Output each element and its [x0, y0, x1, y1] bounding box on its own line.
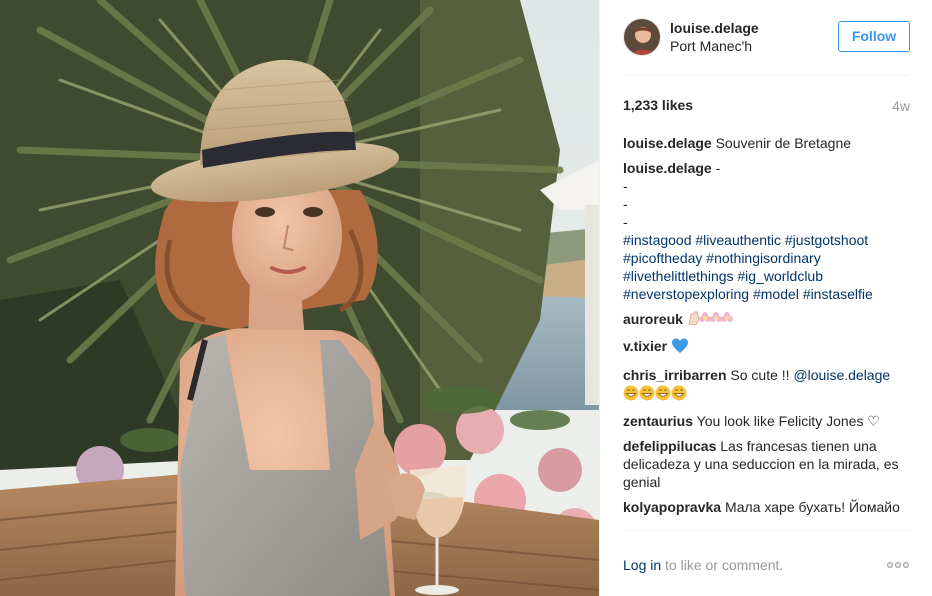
caption-text: Souvenir de Bretagne	[715, 135, 852, 151]
avatar-image	[624, 19, 660, 55]
comment: auroreuk	[623, 310, 913, 330]
post-header: louise.delage Port Manec'h Follow	[623, 18, 910, 76]
username-link[interactable]: louise.delage	[670, 20, 759, 36]
comments-list: louise.delage Souvenir de Bretagne louis…	[623, 134, 913, 526]
hashtag-line[interactable]: #picoftheday #nothingisordinary	[623, 249, 913, 267]
dash-line: -	[623, 178, 628, 194]
caption: louise.delage Souvenir de Bretagne	[623, 134, 913, 152]
hashtag-line[interactable]: #neverstopexploring #model #instaselfie	[623, 285, 913, 303]
comment-author[interactable]: kolyapopravka	[623, 499, 721, 515]
location-link[interactable]: Port Manec'h	[670, 38, 752, 54]
likes-count[interactable]: 1,233 likes	[623, 97, 693, 113]
post-photo[interactable]	[0, 0, 599, 596]
comment-author[interactable]: auroreuk	[623, 311, 683, 327]
comment-hashtags: louise.delage - - - - #instagood #liveau…	[623, 159, 913, 303]
comment-text: -	[715, 160, 721, 176]
comment: kolyapopravka Мала харе бухать! Йомайо	[623, 498, 913, 516]
login-link[interactable]: Log in	[623, 557, 661, 573]
avatar[interactable]	[623, 18, 661, 56]
follow-button[interactable]: Follow	[838, 21, 910, 52]
post-side-panel: louise.delage Port Manec'h Follow 1,233 …	[599, 0, 932, 596]
dash-line: -	[623, 196, 628, 212]
hashtag-line[interactable]: #livethelittlethings #ig_worldclub	[623, 267, 913, 285]
comment-text: So cute !!	[730, 367, 790, 383]
blue-heart-emoji	[671, 337, 689, 359]
post-footer: Log in to like or comment.	[623, 530, 910, 596]
login-prompt-text: to like or comment.	[661, 557, 784, 573]
comment-author[interactable]: chris_irribarren	[623, 367, 727, 383]
comment-text: You look like Felicity Jones ♡	[696, 413, 880, 429]
post-photo-illustration	[0, 0, 599, 596]
comment-author[interactable]: v.tixier	[623, 338, 667, 354]
comment-author[interactable]: defelippilucas	[623, 438, 716, 454]
comment-author[interactable]: louise.delage	[623, 160, 712, 176]
hashtag-line[interactable]: #instagood #liveauthentic #justgotshoot	[623, 231, 913, 249]
comment: chris_irribarren So cute !! @louise.dela…	[623, 366, 913, 405]
more-options-icon[interactable]	[886, 557, 910, 573]
login-prompt: Log in to like or comment.	[623, 557, 783, 573]
dash-line: -	[623, 214, 628, 230]
likes-row: 1,233 likes 4w	[623, 96, 910, 116]
instagram-post: louise.delage Port Manec'h Follow 1,233 …	[0, 0, 932, 596]
comment: zentaurius You look like Felicity Jones …	[623, 412, 913, 430]
post-age[interactable]: 4w	[892, 98, 910, 114]
comment: defelippilucas Las francesas tienen una …	[623, 437, 913, 491]
comment-author[interactable]: zentaurius	[623, 413, 693, 429]
comment-text: Мала харе бухать! Йомайо	[724, 499, 900, 515]
clap-and-flowers-emoji	[687, 310, 735, 330]
comment: v.tixier	[623, 337, 913, 359]
grinning-faces-emoji	[623, 385, 689, 405]
caption-author[interactable]: louise.delage	[623, 135, 712, 151]
mention-link[interactable]: @louise.delage	[793, 367, 890, 383]
